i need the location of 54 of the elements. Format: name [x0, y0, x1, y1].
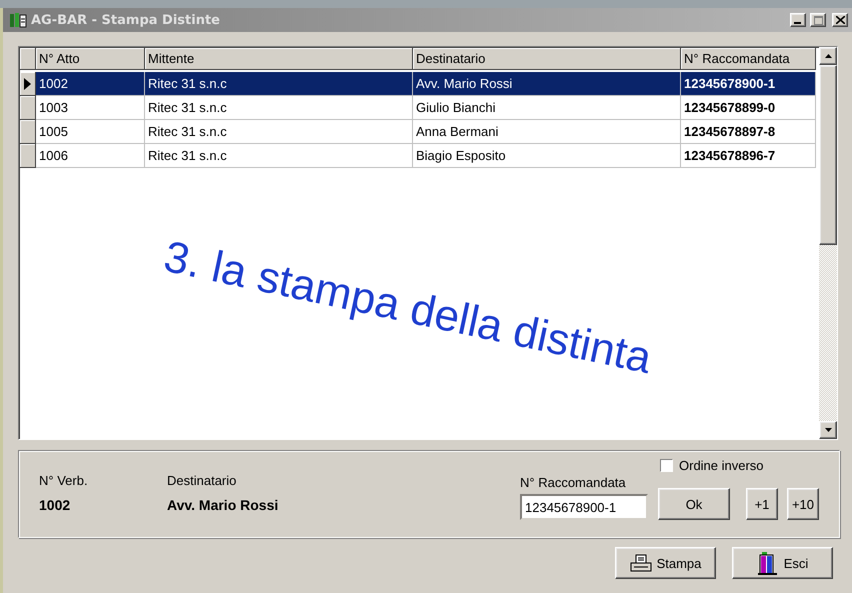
- verbal-number: 1002: [39, 497, 72, 513]
- row-indicator[interactable]: [20, 96, 36, 120]
- table-cell: Ritec 31 s.n.c: [145, 144, 413, 168]
- up-arrow-icon: [824, 54, 832, 58]
- recipient-name: Avv. Mario Rossi: [167, 497, 278, 513]
- scroll-thumb[interactable]: [819, 65, 837, 245]
- ok-button[interactable]: Ok: [658, 488, 730, 520]
- row-indicator[interactable]: [20, 72, 36, 96]
- reverse-order-label: Ordine inverso: [679, 458, 764, 473]
- verbal-label: N° Verb.: [39, 473, 89, 488]
- row-indicator[interactable]: [20, 120, 36, 144]
- table-cell: Ritec 31 s.n.c: [145, 96, 413, 120]
- minimize-button[interactable]: [790, 13, 806, 27]
- close-icon: [836, 16, 844, 24]
- column-header[interactable]: N° Atto: [36, 48, 145, 70]
- table-cell: 12345678896-7: [681, 144, 816, 168]
- exit-button[interactable]: Esci: [732, 547, 833, 579]
- current-row-marker-icon: [24, 78, 31, 90]
- table-cell: Ritec 31 s.n.c: [145, 72, 413, 96]
- table-cell: Anna Bermani: [413, 120, 681, 144]
- table-cell: 1003: [36, 96, 145, 120]
- table-cell: 12345678900-1: [681, 72, 816, 96]
- table-cell: Avv. Mario Rossi: [413, 72, 681, 96]
- recipient-label: Destinatario: [167, 473, 238, 488]
- window-title: AG-BAR - Stampa Distinte: [31, 12, 221, 28]
- table-cell: 1002: [36, 72, 145, 96]
- column-header[interactable]: Mittente: [145, 48, 413, 70]
- increment-one-button[interactable]: +1: [746, 488, 778, 520]
- increment-ten-button[interactable]: +10: [787, 488, 819, 520]
- raccomandata-input[interactable]: 12345678900-1: [520, 494, 648, 520]
- maximize-button[interactable]: [810, 13, 826, 27]
- column-header[interactable]: Destinatario: [413, 48, 681, 70]
- maximize-icon: [814, 16, 822, 24]
- scroll-up-button[interactable]: [819, 47, 837, 65]
- column-header[interactable]: N° Raccomandata: [681, 48, 816, 70]
- raccomandata-label: N° Raccomandata: [520, 475, 627, 490]
- door-icon: [756, 551, 779, 575]
- caption-annotation: 3. la stampa della distinta: [160, 232, 656, 384]
- close-button[interactable]: [832, 13, 848, 27]
- print-button[interactable]: Stampa: [615, 547, 716, 579]
- vertical-scrollbar[interactable]: [819, 47, 837, 439]
- table-cell: 1005: [36, 120, 145, 144]
- row-indicator[interactable]: [20, 144, 36, 168]
- down-arrow-icon: [824, 428, 832, 432]
- table-cell: 1006: [36, 144, 145, 168]
- printer-icon: [630, 554, 652, 572]
- table-cell: Biagio Esposito: [413, 144, 681, 168]
- reverse-order-checkbox[interactable]: [660, 459, 673, 472]
- app-icon: [9, 12, 27, 28]
- table-cell: Ritec 31 s.n.c: [145, 120, 413, 144]
- table-cell: 12345678897-8: [681, 120, 816, 144]
- table-cell: 12345678899-0: [681, 96, 816, 120]
- table-cell: Giulio Bianchi: [413, 96, 681, 120]
- scroll-down-button[interactable]: [819, 421, 837, 439]
